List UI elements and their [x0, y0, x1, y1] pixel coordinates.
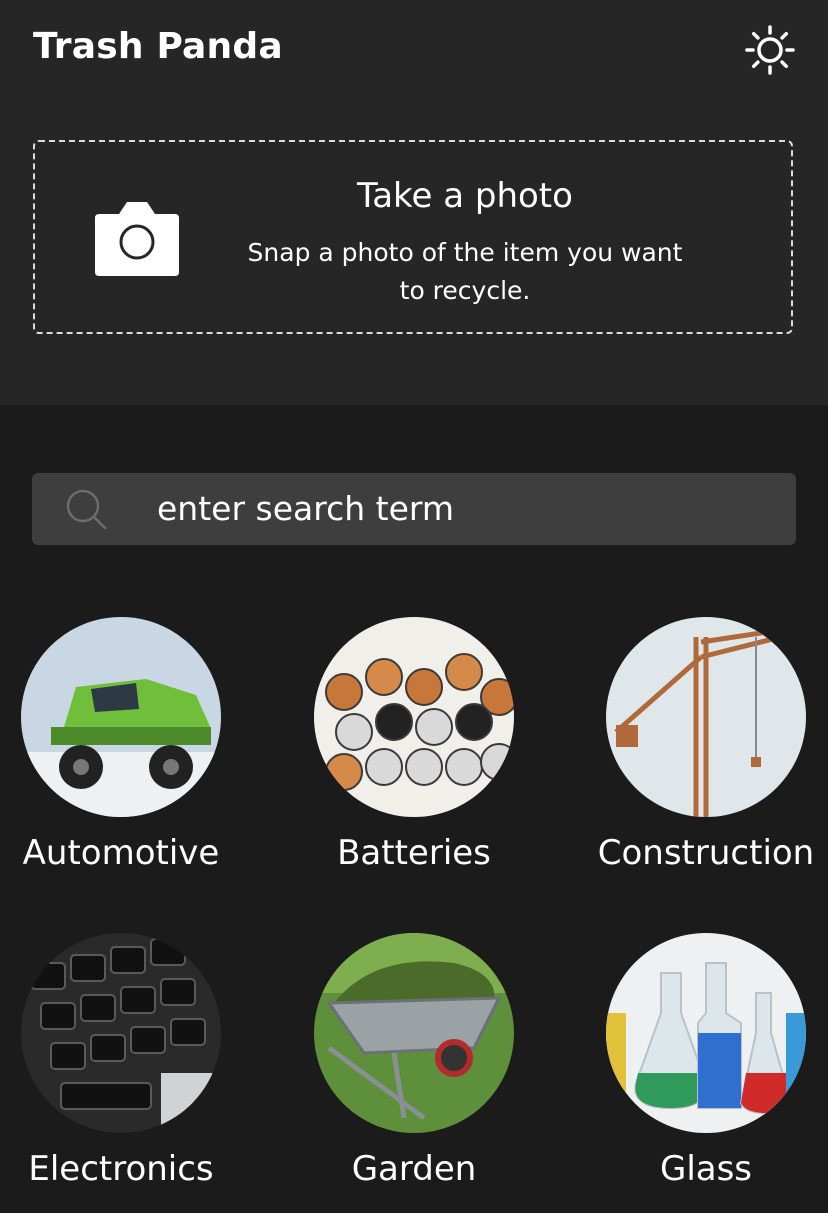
garden-image — [314, 933, 514, 1133]
category-electronics[interactable]: Electronics — [0, 933, 261, 1213]
automotive-image — [21, 617, 221, 817]
search-placeholder: enter search term — [157, 489, 454, 528]
photo-title: Take a photo — [357, 176, 573, 216]
category-automotive[interactable]: Automotive — [0, 617, 261, 897]
search-input[interactable]: enter search term — [32, 473, 796, 545]
category-construction[interactable]: Construction — [566, 617, 828, 897]
category-label: Automotive — [22, 833, 220, 873]
category-garden[interactable]: Garden — [274, 933, 554, 1213]
photo-description-line-2: to recycle. — [399, 276, 531, 305]
sun-icon — [745, 25, 795, 75]
construction-image — [606, 617, 806, 817]
camera-icon — [95, 202, 179, 276]
header-section: Trash Panda Take a photo Snap a photo of… — [0, 0, 828, 405]
search-icon — [66, 489, 107, 530]
category-batteries[interactable]: Batteries — [274, 617, 554, 897]
category-glass[interactable]: Glass — [566, 933, 828, 1213]
theme-toggle-button[interactable] — [740, 20, 800, 80]
take-photo-button[interactable]: Take a photo Snap a photo of the item yo… — [33, 140, 793, 334]
glass-image — [606, 933, 806, 1133]
category-label: Garden — [351, 1149, 477, 1189]
batteries-image — [314, 617, 514, 817]
electronics-image — [21, 933, 221, 1133]
category-label: Batteries — [337, 833, 491, 873]
category-label: Glass — [659, 1149, 753, 1189]
photo-description-line-1: Snap a photo of the item you want — [247, 238, 683, 267]
category-label: Electronics — [28, 1149, 214, 1189]
app-title: Trash Panda — [33, 26, 283, 67]
category-label: Construction — [597, 833, 815, 873]
photo-description: Snap a photo of the item you want to rec… — [240, 234, 690, 310]
